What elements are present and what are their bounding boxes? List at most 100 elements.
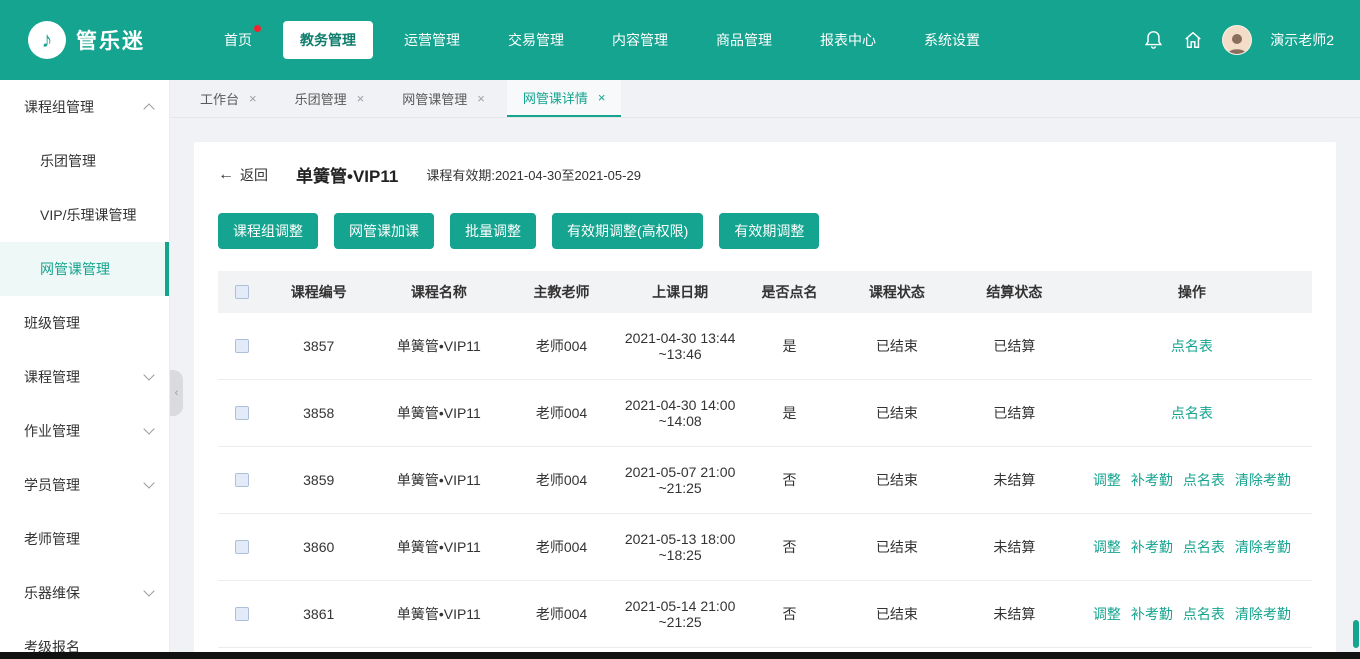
table-row: 3860单簧管•VIP11老师0042021-05-13 18:00~18:25… [218,514,1312,581]
chevron-down-icon [143,423,154,434]
top-header: ♪ 管乐迷 首页教务管理运营管理交易管理内容管理商品管理报表中心系统设置 演示老… [0,0,1360,80]
op-link-3[interactable]: 清除考勤 [1235,537,1291,557]
nav-item-0[interactable]: 首页 [207,21,269,59]
sidebar-item-label: 网管课管理 [40,259,110,279]
action-button-1[interactable]: 网管课加课 [334,213,434,249]
tab-close-icon[interactable]: × [249,91,257,106]
vertical-scrollbar-thumb[interactable] [1353,620,1359,648]
sidebar-item-0[interactable]: 课程组管理 [0,80,169,134]
user-avatar[interactable] [1222,25,1252,55]
logo-icon: ♪ [28,21,66,59]
op-link-0[interactable]: 点名表 [1171,403,1213,423]
header-right: 演示老师2 [1142,25,1360,55]
top-navigation: 首页教务管理运营管理交易管理内容管理商品管理报表中心系统设置 [207,21,1142,59]
roll-call-flag: 否 [742,447,836,514]
table-row: 3857单簧管•VIP11老师0042021-04-30 13:44~13:46… [218,313,1312,380]
tab-close-icon[interactable]: × [477,91,485,106]
op-link-0[interactable]: 调整 [1093,537,1121,557]
op-link-2[interactable]: 点名表 [1183,470,1225,490]
action-button-2[interactable]: 批量调整 [450,213,536,249]
tab-close-icon[interactable]: × [357,91,365,106]
page-title: 单簧管•VIP11 [296,162,398,187]
sidebar-item-label: 学员管理 [24,475,80,495]
row-operations: 调整补考勤点名表清除考勤 [1072,581,1312,648]
table-header-3: 上课日期 [618,271,743,313]
tab-3[interactable]: 网管课详情× [507,80,622,117]
table-header-0: 课程编号 [265,271,372,313]
tab-close-icon[interactable]: × [598,90,606,105]
class-date: 2021-05-14 21:00~21:25 [618,581,743,648]
action-button-row: 课程组调整网管课加课批量调整有效期调整(高权限) 有效期调整 [218,213,1312,249]
op-link-2[interactable]: 点名表 [1183,537,1225,557]
select-all-checkbox[interactable] [235,285,249,299]
header-checkbox-cell [218,271,265,313]
course-validity-text: 课程有效期:2021-04-30至2021-05-29 [426,165,641,184]
op-link-0[interactable]: 调整 [1093,470,1121,490]
nav-item-7[interactable]: 系统设置 [907,21,997,59]
settlement-status: 未结算 [957,581,1072,648]
action-button-3[interactable]: 有效期调整(高权限) [552,213,703,249]
tab-2[interactable]: 网管课管理× [386,80,501,117]
op-link-0[interactable]: 点名表 [1171,336,1213,356]
row-checkbox[interactable] [235,339,249,353]
nav-item-1[interactable]: 教务管理 [283,21,373,59]
chevron-down-icon [143,369,154,380]
home-icon[interactable] [1182,29,1204,51]
row-checkbox[interactable] [235,607,249,621]
op-link-2[interactable]: 点名表 [1183,604,1225,624]
sidebar-item-label: 课程管理 [24,367,80,387]
op-link-1[interactable]: 补考勤 [1131,604,1173,624]
sidebar-item-3[interactable]: 网管课管理 [0,242,169,296]
nav-item-5[interactable]: 商品管理 [699,21,789,59]
sidebar-item-label: 乐团管理 [40,151,96,171]
course-name: 单簧管•VIP11 [372,514,505,581]
sidebar-item-2[interactable]: VIP/乐理课管理 [0,188,169,242]
op-link-3[interactable]: 清除考勤 [1235,470,1291,490]
op-link-1[interactable]: 补考勤 [1131,470,1173,490]
back-button[interactable]: ← 返回 [218,165,268,185]
tab-1[interactable]: 乐团管理× [279,80,381,117]
teacher-name: 老师004 [505,581,617,648]
course-name: 单簧管•VIP11 [372,581,505,648]
sidebar-item-label: 班级管理 [24,313,80,333]
course-name: 单簧管•VIP11 [372,380,505,447]
sidebar-item-9[interactable]: 乐器维保 [0,566,169,620]
sidebar-item-4[interactable]: 班级管理 [0,296,169,350]
user-name[interactable]: 演示老师2 [1270,30,1334,50]
table-header-4: 是否点名 [742,271,836,313]
table-header-1: 课程名称 [372,271,505,313]
settlement-status: 未结算 [957,447,1072,514]
action-button-0[interactable]: 课程组调整 [218,213,318,249]
tab-0[interactable]: 工作台× [184,80,273,117]
settlement-status: 未结算 [957,514,1072,581]
course-no: 3857 [265,313,372,380]
op-link-0[interactable]: 调整 [1093,604,1121,624]
nav-item-4[interactable]: 内容管理 [595,21,685,59]
course-table: 课程编号课程名称主教老师上课日期是否点名课程状态结算状态操作 3857单簧管•V… [218,271,1312,659]
table-header-row: 课程编号课程名称主教老师上课日期是否点名课程状态结算状态操作 [218,271,1312,313]
sidebar-collapse-handle[interactable]: ‹ [170,370,183,416]
op-link-3[interactable]: 清除考勤 [1235,604,1291,624]
nav-item-2[interactable]: 运营管理 [387,21,477,59]
op-link-1[interactable]: 补考勤 [1131,537,1173,557]
action-button-4[interactable]: 有效期调整 [719,213,819,249]
row-checkbox[interactable] [235,406,249,420]
class-date: 2021-05-07 21:00~21:25 [618,447,743,514]
bell-icon[interactable] [1142,29,1164,51]
row-checkbox[interactable] [235,473,249,487]
sidebar-item-label: 作业管理 [24,421,80,441]
sidebar-item-1[interactable]: 乐团管理 [0,134,169,188]
sidebar-item-8[interactable]: 老师管理 [0,512,169,566]
chevron-down-icon [143,585,154,596]
back-arrow-icon: ← [218,166,234,184]
brand-logo[interactable]: ♪ 管乐迷 [0,21,185,59]
nav-item-3[interactable]: 交易管理 [491,21,581,59]
sidebar: 课程组管理乐团管理 VIP/乐理课管理网管课管理班级管理课程管理作业管理学员管理老… [0,80,170,659]
sidebar-item-5[interactable]: 课程管理 [0,350,169,404]
row-checkbox[interactable] [235,540,249,554]
sidebar-item-6[interactable]: 作业管理 [0,404,169,458]
table-header-7: 操作 [1072,271,1312,313]
sidebar-item-7[interactable]: 学员管理 [0,458,169,512]
nav-item-6[interactable]: 报表中心 [803,21,893,59]
window-bottom-strip [0,652,1360,659]
